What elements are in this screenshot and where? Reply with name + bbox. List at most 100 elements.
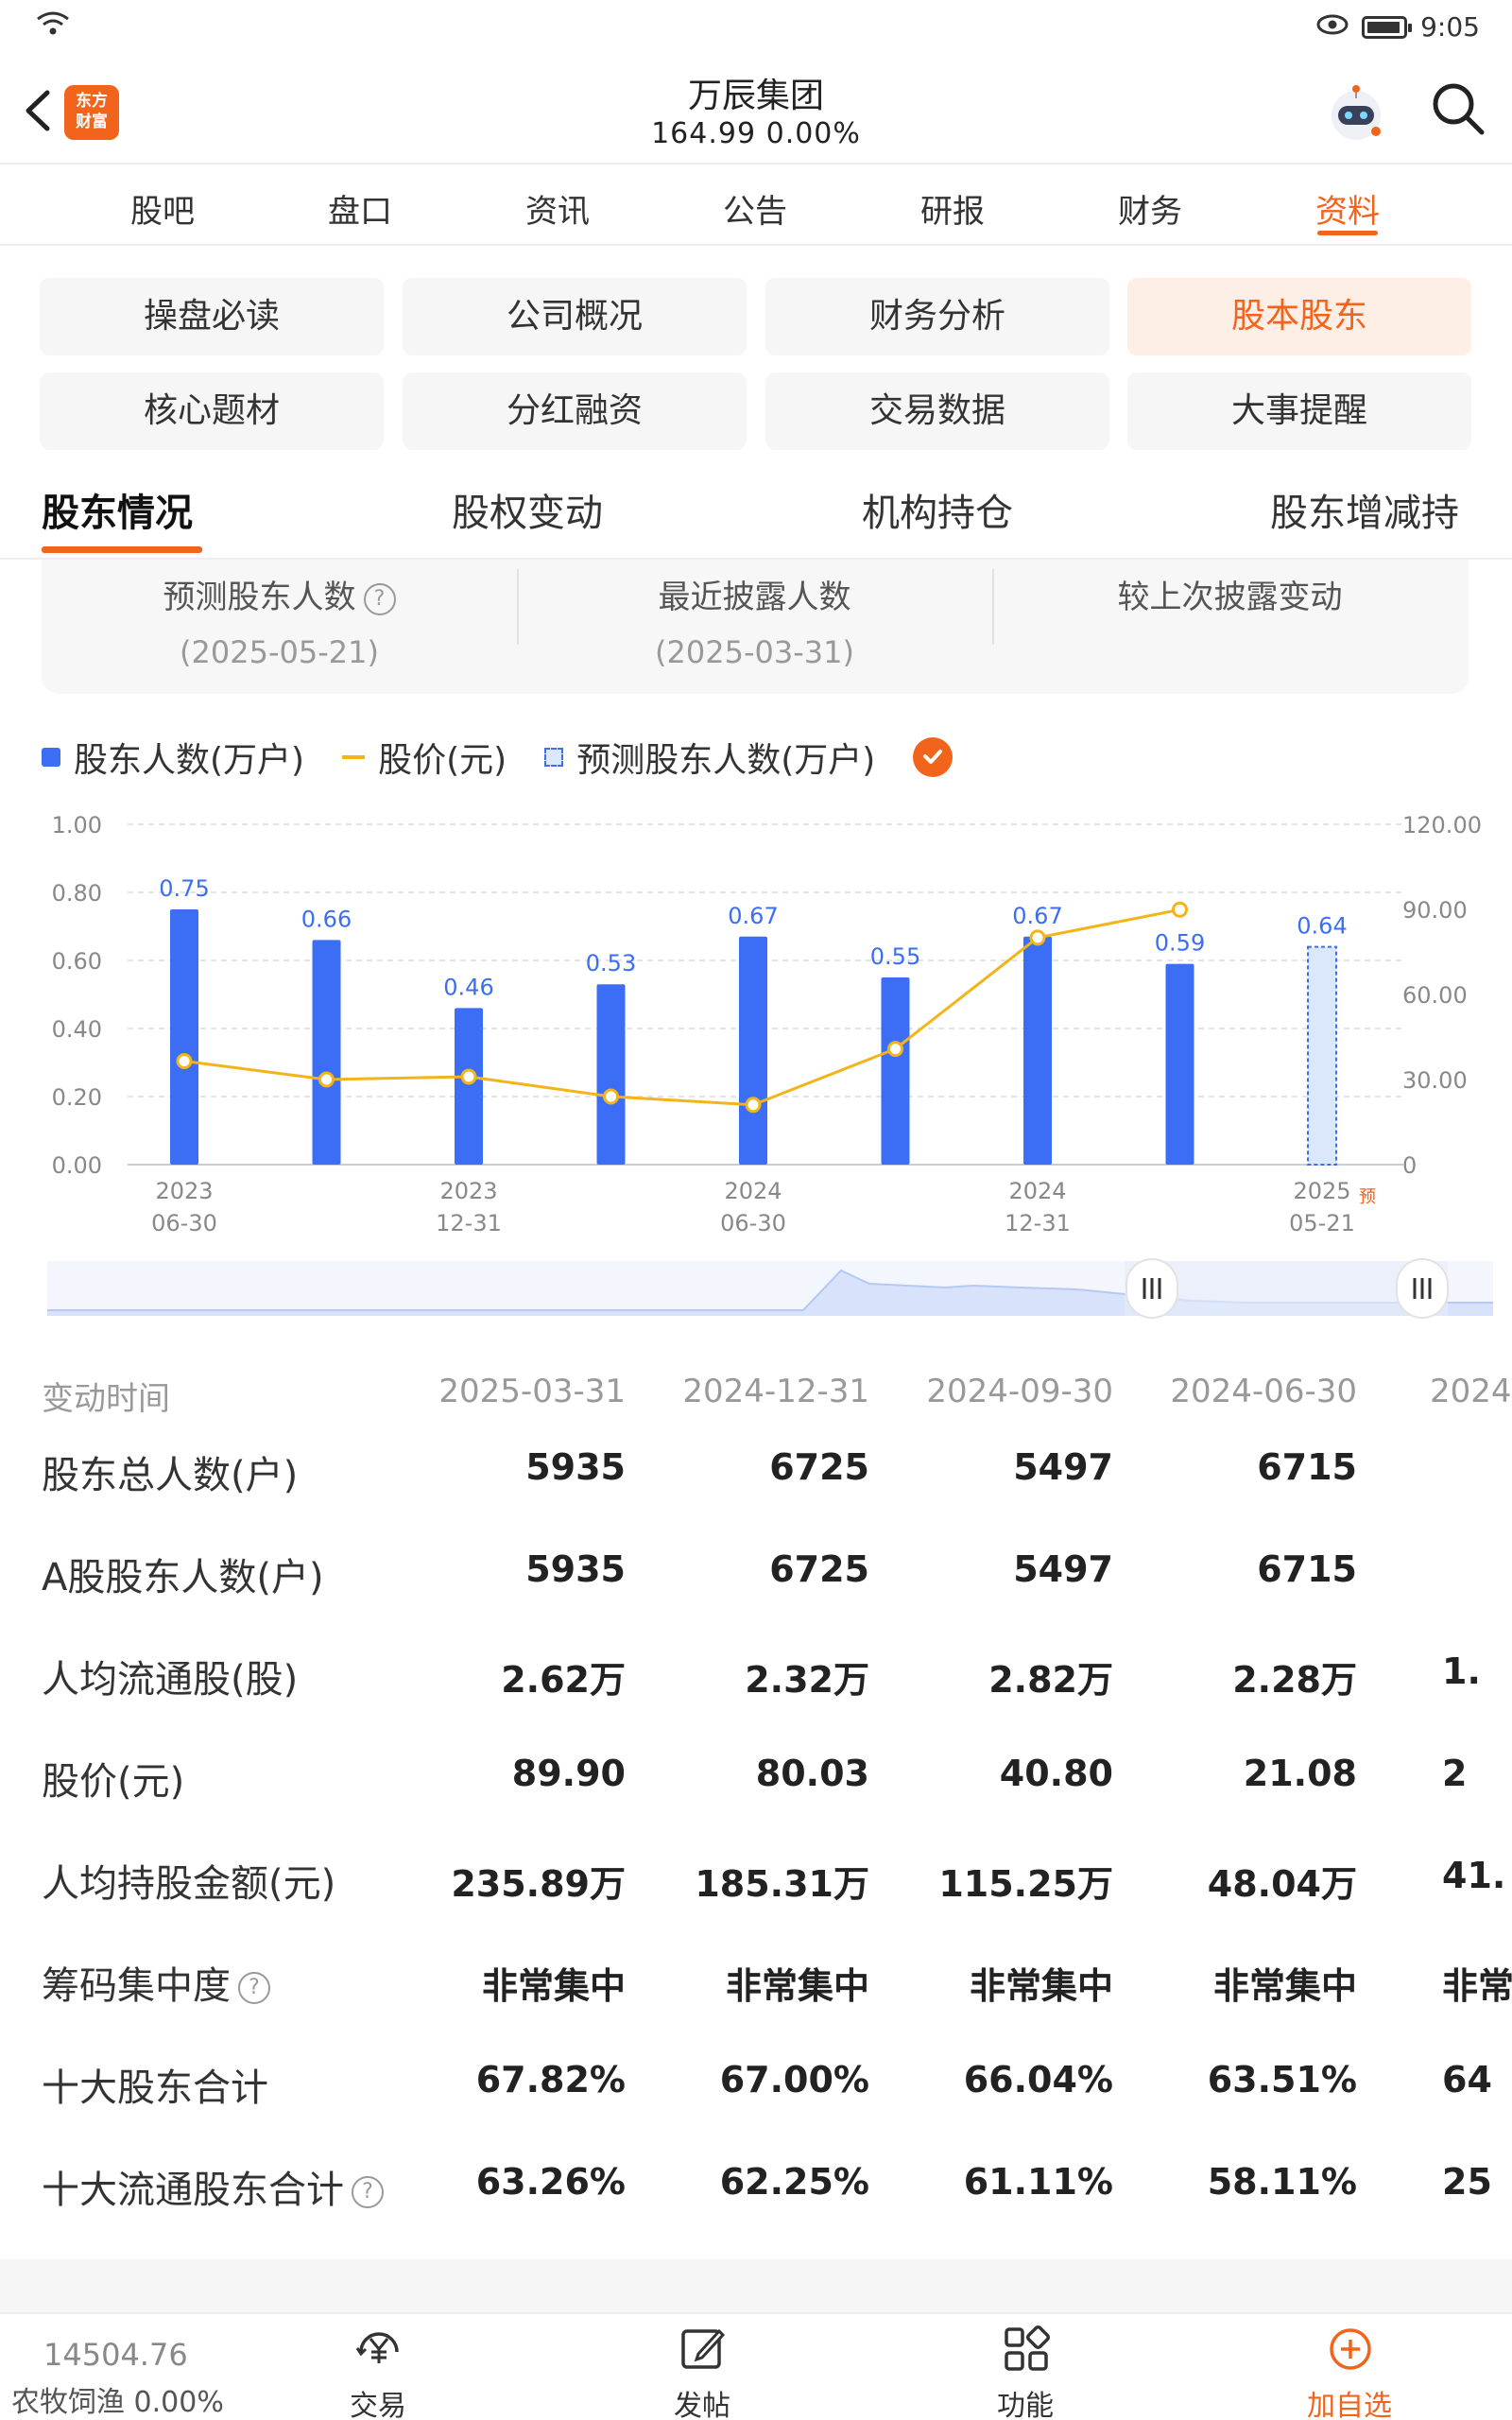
- table-cell: 185.31万: [695, 1863, 869, 1905]
- trade-label: 交易: [350, 2390, 406, 2420]
- y-left-tick-label: 0.20: [52, 1084, 102, 1111]
- help-icon[interactable]: ?: [352, 2176, 384, 2208]
- legend-bar-swatch: [42, 748, 60, 767]
- tab-finance[interactable]: 财务: [1084, 185, 1216, 232]
- wifi-icon: [34, 9, 72, 44]
- btn-trading-data[interactable]: 交易数据: [765, 372, 1109, 450]
- section-tab-equity-change[interactable]: 股权变动: [452, 482, 603, 537]
- legend-forecast-swatch: [544, 748, 564, 767]
- table-cell: 48.04万: [1207, 1863, 1357, 1905]
- table-column-header: 2024-06-30: [1170, 1373, 1357, 1410]
- legend-shareholders-label: 股东人数(万户): [74, 741, 305, 780]
- legend-shareholders[interactable]: 股东人数(万户): [42, 733, 304, 782]
- tab-announcements[interactable]: 公告: [689, 185, 821, 232]
- btn-core-themes[interactable]: 核心题材: [40, 372, 384, 450]
- btn-dividends[interactable]: 分红融资: [403, 372, 747, 450]
- table-row-label: 人均流通股(股): [42, 1658, 299, 1702]
- help-icon[interactable]: ?: [363, 582, 396, 615]
- y-right-tick-label: 90.00: [1402, 897, 1468, 924]
- post-label: 发帖: [674, 2390, 730, 2420]
- table-cell: 5935: [525, 1446, 626, 1488]
- forecast-bar: [1307, 945, 1337, 1166]
- tab-research[interactable]: 研报: [886, 185, 1019, 232]
- table-cell: 67.00%: [719, 2059, 869, 2100]
- table-cell: 2.82万: [988, 1659, 1113, 1701]
- table-column-header: 2024-12-31: [682, 1373, 869, 1410]
- x-tick-date: 06-30: [151, 1210, 217, 1236]
- x-tick-date: 12-31: [1005, 1210, 1071, 1236]
- summary-change-label: 较上次披露变动: [1117, 579, 1343, 616]
- table-cell: 1.: [1442, 1651, 1481, 1692]
- y-right-tick-label: 30.00: [1402, 1067, 1468, 1094]
- index-name: 农牧饲渔 0.00%: [11, 2386, 224, 2419]
- btn-must-read[interactable]: 操盘必读: [40, 278, 384, 355]
- bar: [1165, 963, 1194, 1165]
- table-row-label: A股股东人数(户): [42, 1556, 324, 1599]
- btn-financial-analysis[interactable]: 财务分析: [765, 278, 1109, 355]
- summary-forecast-label: 预测股东人数: [163, 579, 356, 616]
- price-point: [176, 1053, 193, 1069]
- tab-profile[interactable]: 资料: [1281, 185, 1414, 232]
- table-row-label: 十大股东合计: [42, 2066, 268, 2110]
- help-icon[interactable]: ?: [238, 1972, 270, 2004]
- tab-news[interactable]: 资讯: [491, 185, 624, 232]
- btn-company-overview[interactable]: 公司概况: [403, 278, 747, 355]
- slider-handle-left[interactable]: [1125, 1258, 1178, 1319]
- slider-handle-right[interactable]: [1396, 1258, 1449, 1319]
- robot-assistant-icon[interactable]: [1323, 79, 1389, 146]
- bar: [1023, 936, 1052, 1165]
- section-tab-shareholders[interactable]: 股东情况: [42, 482, 193, 537]
- table-cell: 58.11%: [1207, 2161, 1357, 2203]
- table-row-label: 筹码集中度?: [42, 1955, 270, 2010]
- table-cell: 2: [1442, 1753, 1468, 1794]
- add-watchlist-button[interactable]: 加自选: [1283, 2314, 1416, 2420]
- search-icon[interactable]: [1427, 78, 1489, 140]
- tab-guba[interactable]: 股吧: [96, 185, 229, 232]
- price-point: [460, 1068, 477, 1085]
- y-left-tick-label: 0.40: [52, 1016, 102, 1043]
- chart-legend: 股东人数(万户) 股价(元) 预测股东人数(万户): [42, 733, 954, 782]
- price-point: [603, 1088, 619, 1105]
- summary-latest-label: 最近披露人数: [658, 579, 851, 616]
- forecast-tag: 预: [1359, 1187, 1376, 1207]
- chart-range-slider[interactable]: [47, 1257, 1493, 1320]
- legend-price[interactable]: 股价(元): [342, 733, 507, 782]
- table-row-label: 十大流通股东合计?: [42, 2159, 384, 2214]
- price-point: [1029, 929, 1046, 946]
- tab-pankou[interactable]: 盘口: [294, 185, 426, 232]
- add-watchlist-label: 加自选: [1307, 2390, 1392, 2420]
- table-cell: 5497: [1013, 1548, 1113, 1590]
- main-tabs: 股吧 盘口 资讯 公告 研报 财务 资料: [0, 163, 1512, 246]
- table-cell: 115.25万: [938, 1863, 1113, 1905]
- table-row-label: 股东总人数(户): [42, 1454, 299, 1497]
- table-cell: 非常: [1442, 1965, 1512, 2007]
- functions-label: 功能: [997, 2390, 1054, 2420]
- post-button[interactable]: 发帖: [636, 2314, 768, 2420]
- table-cell: 63.26%: [475, 2161, 626, 2203]
- battery-icon: [1362, 15, 1413, 39]
- index-value: 14504.76: [43, 2337, 188, 2373]
- trade-button[interactable]: 交易: [312, 2314, 444, 2420]
- btn-shareholders[interactable]: 股本股东: [1127, 278, 1471, 355]
- legend-forecast[interactable]: 预测股东人数(万户): [544, 733, 875, 782]
- bar-data-label: 0.66: [301, 906, 352, 932]
- table-cell: 21.08: [1243, 1753, 1357, 1794]
- btn-major-events[interactable]: 大事提醒: [1127, 372, 1471, 450]
- table-cell: 66.04%: [963, 2059, 1113, 2100]
- table-cell: 2.32万: [745, 1659, 869, 1701]
- active-tab-indicator: [1317, 231, 1378, 235]
- section-tab-institutions[interactable]: 机构持仓: [862, 482, 1013, 537]
- table-cell: 非常集中: [481, 1965, 626, 2007]
- functions-button[interactable]: 功能: [959, 2314, 1091, 2420]
- table-cell: 40.80: [999, 1753, 1113, 1794]
- table-cell: 2.28万: [1232, 1659, 1357, 1701]
- table-cell: 6715: [1257, 1548, 1357, 1590]
- edit-icon: [681, 2328, 726, 2369]
- y-left-tick-label: 0.00: [52, 1152, 102, 1179]
- section-tab-holding-changes[interactable]: 股东增减持: [1270, 482, 1459, 537]
- y-left-tick-label: 0.60: [52, 948, 102, 975]
- table-row-label: 股价(元): [42, 1760, 185, 1804]
- bar-data-label: 0.67: [728, 903, 778, 929]
- table-cell: 67.82%: [475, 2059, 626, 2100]
- checkmark-icon[interactable]: [913, 737, 954, 777]
